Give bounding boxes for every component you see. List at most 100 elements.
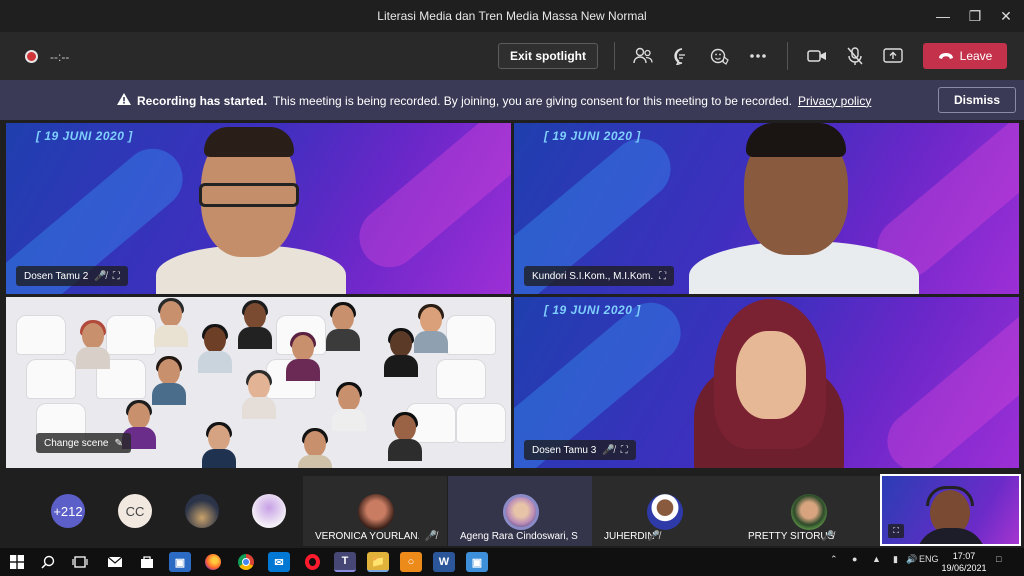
participant-name: Ageng Rara Cindoswari, S....: [460, 531, 578, 542]
word-icon[interactable]: W: [433, 552, 455, 572]
clock-date: 19/06/2021: [941, 563, 987, 573]
windows-start-icon[interactable]: [6, 552, 28, 572]
chevron-up-icon[interactable]: ⌃: [830, 554, 838, 565]
seat: [436, 359, 486, 399]
reactions-icon[interactable]: [708, 44, 732, 68]
chat-icon[interactable]: [670, 44, 694, 68]
together-mode-tile[interactable]: Change scene ✎: [6, 297, 511, 468]
minimize-button[interactable]: —: [928, 4, 958, 28]
more-options-icon[interactable]: [746, 44, 770, 68]
participant-name-tag: Kundori S.I.Kom., M.I.Kom. ⛶: [524, 266, 675, 286]
event-date: [ 19 JUNI 2020 ]: [544, 303, 641, 317]
change-scene-label: Change scene: [44, 437, 109, 449]
more-participants-button[interactable]: +212: [51, 494, 85, 528]
hang-up-icon: [938, 49, 954, 63]
outlook-icon[interactable]: ✉: [268, 552, 290, 572]
change-scene-button[interactable]: Change scene ✎: [36, 433, 131, 453]
seat: [456, 403, 506, 443]
event-date: [ 19 JUNI 2020 ]: [36, 129, 133, 143]
participant-strip: +212 CC VERONICA YOURLAN... 🎤̸ Ageng Rar…: [0, 472, 1024, 548]
store-icon[interactable]: [136, 552, 158, 572]
participant-tile-speaking[interactable]: Ageng Rara Cindoswari, S....: [448, 476, 592, 546]
firefox-icon[interactable]: [202, 552, 224, 572]
mic-muted-icon: 🎤̸: [647, 531, 660, 542]
app-icon[interactable]: ▣: [466, 552, 488, 572]
camera-icon[interactable]: [805, 44, 829, 68]
language-indicator[interactable]: ENG: [919, 554, 939, 564]
pin-icon: ⛶: [888, 524, 904, 538]
pencil-icon: ✎: [114, 437, 123, 449]
file-explorer-icon[interactable]: 📁: [367, 552, 389, 572]
maximize-button[interactable]: ❐: [960, 4, 990, 28]
mic-muted-icon: 🎤̸: [821, 531, 834, 542]
pin-icon: ⛶: [112, 270, 120, 282]
meeting-toolbar: --:-- Exit spotlight Leave: [0, 32, 1024, 80]
seat: [106, 315, 156, 355]
participant-name: Dosen Tamu 3: [532, 444, 597, 456]
mic-muted-icon[interactable]: [843, 44, 867, 68]
battery-icon[interactable]: ▮: [893, 554, 898, 565]
participant-name-tag: Dosen Tamu 3 🎤̸ ⛶: [524, 440, 636, 460]
system-clock[interactable]: 17:07 19/06/2021: [940, 550, 988, 574]
windows-taskbar: ▣ ✉ T 📁 ○ W ▣ ⌃ ● ▲ ▮ 🔊 ENG 17:07 19/06/…: [0, 548, 1024, 576]
share-screen-icon[interactable]: [881, 44, 905, 68]
participant-name: VERONICA YOURLAN...: [315, 531, 419, 542]
participant-avatar[interactable]: [252, 494, 286, 528]
participant-avatar: [791, 494, 827, 530]
seat: [26, 359, 76, 399]
banner-message: Recording has started. This meeting is b…: [117, 93, 871, 108]
recording-banner: Recording has started. This meeting is b…: [0, 80, 1024, 120]
exit-spotlight-button[interactable]: Exit spotlight: [498, 43, 598, 69]
photos-icon[interactable]: ▣: [169, 552, 191, 572]
participant-avatar: [503, 494, 539, 530]
participant-name: Kundori S.I.Kom., M.I.Kom.: [532, 270, 654, 282]
clock-time: 17:07: [952, 551, 976, 561]
participant-tile[interactable]: VERONICA YOURLAN... 🎤̸: [303, 476, 447, 546]
pin-icon: ⛶: [659, 270, 667, 282]
app-tray-icon[interactable]: ●: [852, 554, 857, 564]
opera-icon[interactable]: [301, 552, 323, 572]
participant-avatar-cc[interactable]: CC: [118, 494, 152, 528]
chrome-icon[interactable]: [235, 552, 257, 572]
mic-muted-icon: 🎤̸: [94, 270, 107, 282]
seat: [446, 315, 496, 355]
wifi-icon[interactable]: ▲: [872, 554, 881, 564]
mic-muted-icon: 🎤̸: [424, 531, 437, 542]
title-bar: Literasi Media dan Tren Media Massa New …: [0, 0, 1024, 32]
pin-icon: ⛶: [620, 444, 628, 456]
teams-icon[interactable]: T: [334, 552, 356, 572]
volume-icon[interactable]: 🔊: [906, 554, 917, 565]
participant-avatar[interactable]: [185, 494, 219, 528]
close-button[interactable]: ✕: [991, 4, 1021, 28]
banner-title: Recording has started.: [137, 93, 268, 108]
warning-icon: [117, 93, 131, 108]
video-tile-kundori[interactable]: [ 19 JUNI 2020 ] Kundori S.I.Kom., M.I.K…: [514, 123, 1019, 294]
video-tile-dosen-tamu-3[interactable]: [ 19 JUNI 2020 ] Dosen Tamu 3 🎤̸ ⛶: [514, 297, 1019, 468]
participant-tile[interactable]: JUHERDIN 🎤̸: [592, 476, 736, 546]
self-view-video[interactable]: ⛶: [880, 474, 1021, 546]
leave-button[interactable]: Leave: [923, 43, 1007, 69]
search-icon[interactable]: [37, 552, 59, 572]
participants-icon[interactable]: [631, 44, 655, 68]
app-icon[interactable]: ○: [400, 552, 422, 572]
leave-label: Leave: [959, 49, 993, 63]
task-view-icon[interactable]: [69, 552, 91, 572]
overflow-count: +212: [53, 503, 83, 519]
event-date: [ 19 JUNI 2020 ]: [544, 129, 641, 143]
participant-name: Dosen Tamu 2: [24, 270, 89, 282]
notifications-icon[interactable]: □: [996, 554, 1001, 564]
mic-muted-icon: 🎤̸: [602, 444, 615, 456]
participant-avatar: [647, 494, 683, 530]
toolbar-divider: [614, 42, 615, 70]
window-title: Literasi Media dan Tren Media Massa New …: [377, 9, 647, 23]
participant-tile[interactable]: PRETTY SITORUS 🎤̸: [736, 476, 880, 546]
privacy-policy-link[interactable]: Privacy policy: [798, 94, 871, 108]
recording-icon: [25, 50, 38, 63]
banner-text: This meeting is being recorded. By joini…: [273, 93, 792, 108]
avatar-initials: CC: [125, 503, 145, 519]
mail-icon[interactable]: [104, 552, 126, 572]
seat: [16, 315, 66, 355]
meeting-timer: --:--: [50, 50, 70, 64]
dismiss-button[interactable]: Dismiss: [938, 87, 1016, 113]
video-tile-dosen-tamu-2[interactable]: [ 19 JUNI 2020 ] Dosen Tamu 2 🎤̸ ⛶: [6, 123, 511, 294]
